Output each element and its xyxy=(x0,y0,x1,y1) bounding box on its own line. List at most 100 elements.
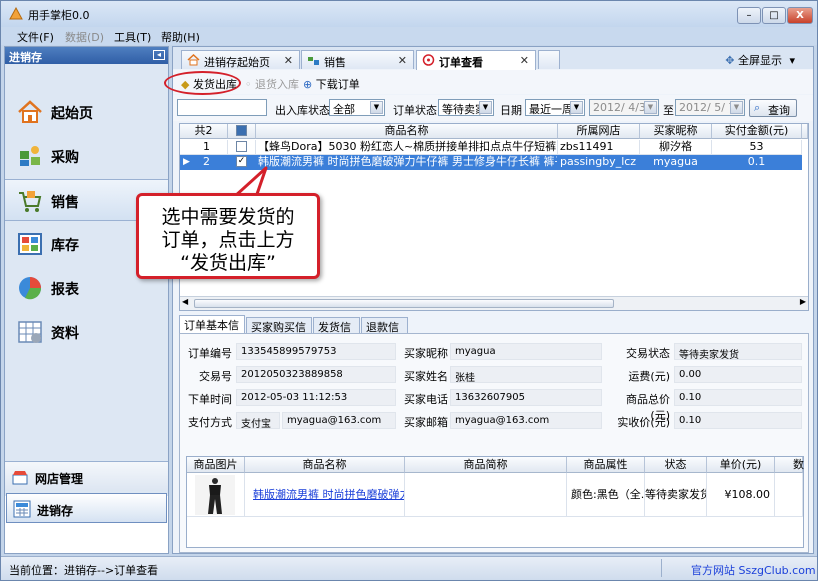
order-details: 订单基本信息 买家购买信息 发货信息 退款信息 订单编号 13354589957… xyxy=(179,315,809,553)
official-site-link[interactable]: 官方网站 SszgClub.com xyxy=(691,562,816,578)
horizontal-scrollbar[interactable]: ◀ ▶ xyxy=(180,296,808,310)
tab-label: 进销存起始页 xyxy=(204,56,270,69)
callout-line: 选中需要发货的 xyxy=(161,206,295,228)
tab-close-icon[interactable]: ✕ xyxy=(284,54,293,67)
tab-close-icon[interactable]: ✕ xyxy=(398,54,407,67)
col-header-amount[interactable]: 实付金额(元) xyxy=(712,124,802,139)
sidebar-bottom-inventory[interactable]: 进销存 xyxy=(6,493,167,523)
filter-bar: 出入库状态 全部 ▼ 订单状态 等待卖家 ▼ 日期 最近一周 ▼ 2012/ 4/30… xyxy=(173,95,813,121)
col-header-attribute[interactable]: 商品属性 xyxy=(567,457,645,473)
sidebar-bottom-label: 网店管理 xyxy=(35,472,84,486)
download-icon: ⊕ xyxy=(303,78,313,91)
return-in-button[interactable]: ◦ 退货入库 xyxy=(245,76,299,92)
row-amount: 53 xyxy=(712,140,802,155)
maximize-button[interactable]: □ xyxy=(762,7,786,24)
sidebar-item-home[interactable]: 起始页 xyxy=(5,91,168,133)
date-to-picker[interactable]: 2012/ 5/ 7 ▼ xyxy=(675,99,745,116)
tab-shipping[interactable]: 发货信息 xyxy=(313,317,360,350)
col-header-image[interactable]: 商品图片 xyxy=(187,457,245,473)
scroll-left-icon[interactable]: ◀ xyxy=(182,297,188,306)
row-checkbox[interactable] xyxy=(236,141,247,152)
col-header-price[interactable]: 单价(元) xyxy=(707,457,775,473)
goods-total-value: 0.10 xyxy=(674,389,802,406)
query-button[interactable]: ⌕ 查询 xyxy=(749,99,797,117)
pie-chart-icon xyxy=(19,277,42,300)
scroll-right-icon[interactable]: ▶ xyxy=(800,297,806,306)
tab-order-basic[interactable]: 订单基本信息 xyxy=(179,315,245,348)
pay-account-value: myagua@163.com xyxy=(282,412,396,429)
tab-bar: 进销存起始页 ✕ 销售 ✕ 订单查看 ✕ ✥ 全屏显示 ▾ xyxy=(173,47,813,70)
sidebar-bottom-shop[interactable]: 网店管理 xyxy=(5,461,168,491)
chevron-down-icon: ▼ xyxy=(479,101,492,114)
inout-status-label: 出入库状态 xyxy=(275,104,330,117)
row-product-name: 【蜂鸟Dora】5030 粉红恋人~棉质拼接单排扣点点牛仔短裤 xyxy=(256,140,558,155)
tab-sales[interactable]: 销售 ✕ xyxy=(301,50,414,69)
tab-close-icon[interactable]: ✕ xyxy=(520,54,529,67)
col-header-quantity[interactable]: 数 xyxy=(775,457,804,473)
order-basic-panel: 订单编号 133545899579753 交易号 201205032388985… xyxy=(179,333,809,553)
callout-text: 选中需要发货的 订单，点击上方 “发货出库” xyxy=(139,206,317,275)
tab-refund[interactable]: 退款信息 xyxy=(361,317,408,350)
product-quantity xyxy=(775,473,803,517)
sidebar-item-label: 销售 xyxy=(51,195,79,211)
sidebar-item-label: 采购 xyxy=(51,150,79,166)
select-all-header[interactable] xyxy=(228,124,256,139)
highlight-ellipse xyxy=(164,71,241,95)
date-range-select[interactable]: 最近一周 ▼ xyxy=(525,99,585,116)
col-header-short-name[interactable]: 商品简称 xyxy=(405,457,567,473)
callout-line: “发货出库” xyxy=(180,252,276,274)
col-header-status[interactable]: 状态 xyxy=(645,457,707,473)
freight-value: 0.00 xyxy=(674,366,802,383)
menu-tools[interactable]: 工具(T) xyxy=(114,29,151,45)
move-icon: ✥ xyxy=(725,54,735,67)
tab-order-view[interactable]: 订单查看 ✕ xyxy=(416,50,536,70)
row-checkbox-cell[interactable] xyxy=(228,140,256,155)
product-image xyxy=(195,475,235,515)
row-buyer: 柳汐袼 xyxy=(640,140,712,155)
chevron-down-icon: ▼ xyxy=(370,101,383,114)
menu-data[interactable]: 数据(D) xyxy=(65,29,104,45)
trade-status-value: 等待卖家发货 xyxy=(674,343,802,360)
menu-file[interactable]: 文件(F) xyxy=(17,29,54,45)
scrollbar-thumb[interactable] xyxy=(194,299,614,308)
tab-start-page[interactable]: 进销存起始页 ✕ xyxy=(181,50,300,69)
col-header-shop[interactable]: 所属网店 xyxy=(558,124,640,139)
menu-help[interactable]: 帮助(H) xyxy=(161,29,200,45)
row-number: 1 xyxy=(180,140,228,155)
tab-buyer-purchase[interactable]: 买家购买信息 xyxy=(246,317,312,350)
fullscreen-toggle[interactable]: ✥ 全屏显示 ▾ xyxy=(725,52,795,68)
trade-no-label: 交易号 xyxy=(199,370,232,383)
main-panel: 进销存起始页 ✕ 销售 ✕ 订单查看 ✕ ✥ 全屏显示 ▾ ◆ 发货出库 ◦ 退… xyxy=(172,46,814,554)
home-icon xyxy=(18,100,42,123)
cart-icon xyxy=(19,191,42,212)
trade-no-value: 2012050323889858 xyxy=(236,366,396,383)
row-shop: zbs11491 xyxy=(558,140,640,155)
col-header-product[interactable]: 商品名称 xyxy=(245,457,405,473)
sidebar-item-purchase[interactable]: 采购 xyxy=(5,135,168,177)
download-orders-button[interactable]: ⊕ 下载订单 xyxy=(303,76,360,92)
product-price: ¥108.00 xyxy=(707,473,775,517)
search-input[interactable] xyxy=(177,99,267,116)
col-header-buyer[interactable]: 买家昵称 xyxy=(640,124,712,139)
close-button[interactable]: X xyxy=(787,7,813,24)
freight-label: 运费(元) xyxy=(628,370,670,383)
sidebar-list: 起始页 采购 销售 库存 报表 资料 xyxy=(5,64,168,496)
download-orders-label: 下载订单 xyxy=(315,78,360,91)
order-status-select[interactable]: 等待卖家 ▼ xyxy=(438,99,494,116)
inout-status-select[interactable]: 全部 ▼ xyxy=(329,99,385,116)
inventory-icon xyxy=(18,233,42,255)
title-bar[interactable]: 用手掌柜0.0 – □ X xyxy=(1,1,817,27)
inout-status-value: 全部 xyxy=(333,103,355,116)
order-status-label: 订单状态 xyxy=(393,104,437,117)
tab-new[interactable] xyxy=(538,50,560,69)
product-name-link[interactable]: 韩版潮流男裤 时尚拼色磨破弹力... xyxy=(245,473,405,517)
date-to-value: 2012/ 5/ 7 xyxy=(679,101,736,114)
window-title: 用手掌柜0.0 xyxy=(28,9,90,22)
col-header-product[interactable]: 商品名称 xyxy=(256,124,558,139)
sidebar-item-data[interactable]: 资料 xyxy=(5,311,168,353)
minimize-button[interactable]: – xyxy=(737,7,761,24)
trade-status-label: 交易状态 xyxy=(626,347,670,360)
date-from-picker[interactable]: 2012/ 4/30 ▼ xyxy=(589,99,659,116)
select-all-checkbox[interactable] xyxy=(236,125,247,136)
pin-icon[interactable]: ◂ xyxy=(153,50,165,60)
